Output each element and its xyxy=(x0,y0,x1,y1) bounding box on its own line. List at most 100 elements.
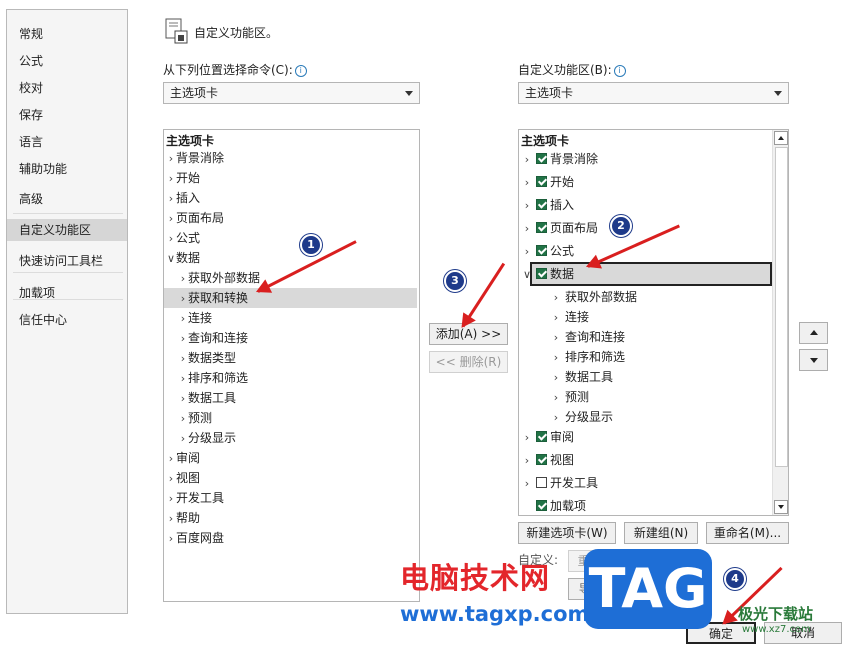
checkbox-checked[interactable] xyxy=(536,245,547,256)
ribbon-tabs-tree[interactable]: 主选项卡 › 背景消除 › 开始 › 插入 › 页面布局 › 公式 ∨ 数据 › 获取外部数据 › 连接 › 查询和… xyxy=(518,129,789,516)
chevron-right-icon[interactable]: › xyxy=(166,209,176,229)
tree-item[interactable]: › 排序和筛选 xyxy=(519,347,771,367)
list-item[interactable]: › 视图 xyxy=(164,468,417,488)
chevron-right-icon[interactable]: › xyxy=(178,369,188,389)
list-item[interactable]: › 查询和连接 xyxy=(164,328,417,348)
list-item[interactable]: › 开始 xyxy=(164,168,417,188)
list-item[interactable]: › 数据类型 xyxy=(164,348,417,368)
chevron-right-icon[interactable]: › xyxy=(522,242,532,262)
chevron-right-icon[interactable]: › xyxy=(522,196,532,216)
scroll-thumb[interactable] xyxy=(775,147,788,467)
chevron-right-icon[interactable]: › xyxy=(551,288,561,308)
chevron-right-icon[interactable]: › xyxy=(551,388,561,408)
chevron-right-icon[interactable]: › xyxy=(178,349,188,369)
list-item[interactable]: ∨数据 xyxy=(164,248,417,268)
list-item[interactable]: › 分级显示 xyxy=(164,428,417,448)
list-item[interactable]: › 帮助 xyxy=(164,508,417,528)
tree-item[interactable]: › 获取外部数据 xyxy=(519,287,771,307)
nav-item[interactable]: 常规 xyxy=(7,23,127,45)
chevron-right-icon[interactable]: › xyxy=(166,169,176,189)
chevron-right-icon[interactable]: › xyxy=(522,150,532,170)
scroll-up-button[interactable] xyxy=(774,131,788,145)
list-item[interactable]: › 获取外部数据 xyxy=(164,268,417,288)
list-item[interactable]: › 开发工具 xyxy=(164,488,417,508)
checkbox-checked[interactable] xyxy=(536,222,547,233)
tree-item[interactable]: › 视图 xyxy=(519,450,771,470)
tree-item[interactable]: › 分级显示 xyxy=(519,407,771,427)
chevron-right-icon[interactable]: › xyxy=(178,389,188,409)
checkbox-checked[interactable] xyxy=(536,176,547,187)
chevron-down-icon[interactable]: ∨ xyxy=(166,249,176,269)
tree-item[interactable]: › 插入 xyxy=(519,195,771,215)
chevron-right-icon[interactable]: › xyxy=(522,173,532,193)
nav-item[interactable]: 校对 xyxy=(7,77,127,99)
tree-item[interactable]: › 查询和连接 xyxy=(519,327,771,347)
tree-item[interactable]: › 背景消除 xyxy=(519,149,771,169)
list-item[interactable]: › 获取和转换 xyxy=(164,288,417,308)
checkbox-checked[interactable] xyxy=(536,268,547,279)
new-group-button[interactable]: 新建组(N) xyxy=(624,522,698,544)
chevron-right-icon[interactable]: › xyxy=(551,408,561,428)
checkbox-checked[interactable] xyxy=(536,500,547,511)
chevron-right-icon[interactable]: › xyxy=(522,219,532,239)
chevron-right-icon[interactable]: › xyxy=(166,189,176,209)
chevron-right-icon[interactable]: › xyxy=(551,308,561,328)
chevron-right-icon[interactable]: › xyxy=(166,469,176,489)
nav-item[interactable]: 语言 xyxy=(7,131,127,153)
chevron-right-icon[interactable]: › xyxy=(522,474,532,494)
chevron-right-icon[interactable]: › xyxy=(166,449,176,469)
chevron-right-icon[interactable]: › xyxy=(166,529,176,549)
tree-scrollbar[interactable] xyxy=(772,130,788,515)
remove-button[interactable]: << 删除(R) xyxy=(429,351,508,373)
chevron-right-icon[interactable]: › xyxy=(166,489,176,509)
nav-item[interactable]: 保存 xyxy=(7,104,127,126)
chevron-right-icon[interactable]: › xyxy=(178,329,188,349)
chevron-right-icon[interactable]: › xyxy=(178,289,188,309)
tree-item[interactable]: ∨ 数据 xyxy=(523,262,772,286)
tree-item[interactable]: › 页面布局 xyxy=(519,218,771,238)
list-item[interactable]: › 公式 xyxy=(164,228,417,248)
move-up-button[interactable] xyxy=(799,322,828,344)
nav-item[interactable]: 高级 xyxy=(7,188,127,210)
chevron-right-icon[interactable]: › xyxy=(178,429,188,449)
command-source-dropdown[interactable]: 主选项卡 xyxy=(163,82,420,104)
checkbox-checked[interactable] xyxy=(536,454,547,465)
chevron-right-icon[interactable]: › xyxy=(551,368,561,388)
tree-item[interactable]: › 连接 xyxy=(519,307,771,327)
chevron-right-icon[interactable]: › xyxy=(178,309,188,329)
list-item[interactable]: › 插入 xyxy=(164,188,417,208)
checkbox-checked[interactable] xyxy=(536,199,547,210)
nav-item[interactable]: 加载项 xyxy=(7,282,127,304)
list-item[interactable]: › 审阅 xyxy=(164,448,417,468)
chevron-right-icon[interactable]: › xyxy=(166,509,176,529)
chevron-right-icon[interactable]: › xyxy=(522,451,532,471)
tree-item[interactable]: › 审阅 xyxy=(519,427,771,447)
list-item[interactable]: › 背景消除 xyxy=(164,148,417,168)
nav-item[interactable]: 辅助功能 xyxy=(7,158,127,180)
available-commands-list[interactable]: 主选项卡 › 背景消除 › 开始 › 插入 › 页面布局 › 公式 ∨数据 › 获取外部数据 › 获取和转换 ›… xyxy=(163,129,420,602)
new-tab-button[interactable]: 新建选项卡(W) xyxy=(518,522,616,544)
tree-item[interactable]: 加载项 xyxy=(519,496,771,515)
tree-item[interactable]: › 开始 xyxy=(519,172,771,192)
tree-item[interactable]: › 数据工具 xyxy=(519,367,771,387)
list-item[interactable]: › 预测 xyxy=(164,408,417,428)
chevron-right-icon[interactable]: › xyxy=(178,269,188,289)
list-item[interactable]: › 数据工具 xyxy=(164,388,417,408)
nav-item[interactable]: 快速访问工具栏 xyxy=(7,250,127,272)
chevron-right-icon[interactable]: › xyxy=(166,229,176,249)
list-item[interactable]: › 页面布局 xyxy=(164,208,417,228)
tree-item[interactable]: › 预测 xyxy=(519,387,771,407)
chevron-right-icon[interactable]: › xyxy=(551,348,561,368)
chevron-right-icon[interactable]: › xyxy=(166,149,176,169)
chevron-down-icon[interactable]: ∨ xyxy=(522,265,532,285)
chevron-right-icon[interactable]: › xyxy=(178,409,188,429)
move-down-button[interactable] xyxy=(799,349,828,371)
tree-item[interactable]: › 公式 xyxy=(519,241,771,261)
checkbox-checked[interactable] xyxy=(536,431,547,442)
checkbox-checked[interactable] xyxy=(536,153,547,164)
checkbox-unchecked[interactable] xyxy=(536,477,547,488)
tree-item[interactable]: › 开发工具 xyxy=(519,473,771,493)
list-item[interactable]: › 排序和筛选 xyxy=(164,368,417,388)
nav-item[interactable]: 信任中心 xyxy=(7,309,127,331)
scroll-down-button[interactable] xyxy=(774,500,788,514)
